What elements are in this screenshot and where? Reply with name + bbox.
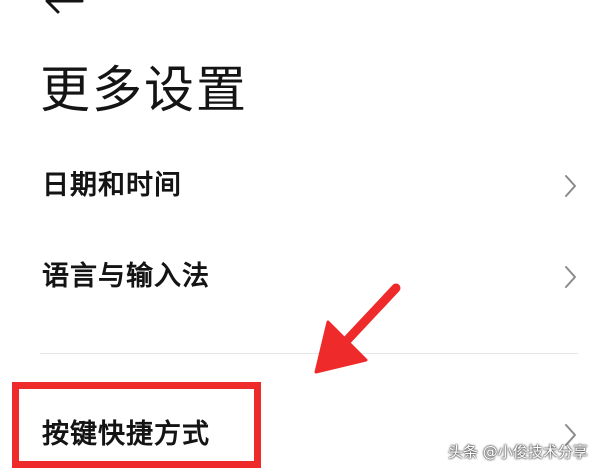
arrow-left-icon <box>45 0 84 14</box>
section-divider <box>40 353 578 354</box>
settings-item-label: 日期和时间 <box>42 170 182 201</box>
settings-item-date-time[interactable]: 日期和时间 <box>0 154 600 218</box>
watermark: 头条 @小俊技术分享 <box>448 443 588 461</box>
page-title: 更多设置 <box>40 61 248 119</box>
settings-item-language-input[interactable]: 语言与输入法 <box>0 245 600 309</box>
settings-item-label: 语言与输入法 <box>42 261 210 292</box>
settings-item-label: 按键快捷方式 <box>42 419 210 450</box>
more-settings-screen: 更多设置 日期和时间 语言与输入法 按键快捷方式 头条 @小俊技术分享 <box>0 0 600 473</box>
back-button[interactable] <box>42 0 86 16</box>
chevron-right-icon <box>562 174 578 198</box>
chevron-right-icon <box>562 265 578 289</box>
